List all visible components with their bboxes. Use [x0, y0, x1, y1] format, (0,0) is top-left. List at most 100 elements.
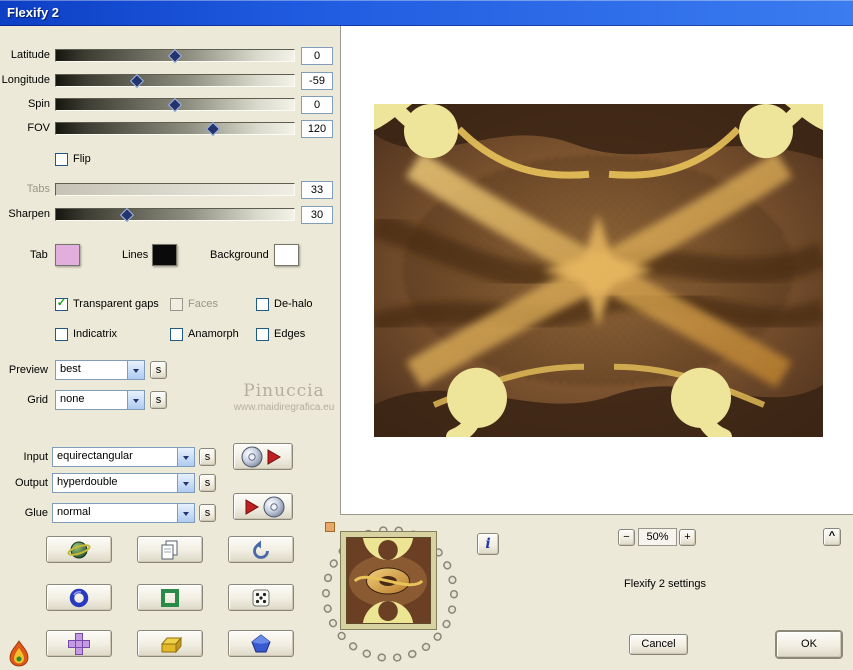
glue-s-button[interactable]: s	[199, 504, 216, 522]
torus-icon	[69, 588, 89, 607]
glue-combo-label: Glue	[24, 507, 48, 519]
cancel-button[interactable]: Cancel	[629, 634, 688, 655]
thumbnail-image[interactable]	[346, 537, 431, 624]
preview-s-button[interactable]: s	[150, 361, 167, 379]
output-select[interactable]: hyperdouble	[52, 473, 195, 493]
disc-play-icon	[241, 446, 281, 467]
grid-combo-label: Grid	[27, 394, 48, 406]
output-s-button[interactable]: s	[199, 474, 216, 492]
flexify-dialog: Flexify 2 Latitude 0 Longitude -59 Spin …	[0, 0, 853, 670]
latitude-value[interactable]: 0	[301, 47, 333, 65]
planet-icon	[67, 541, 91, 558]
tabs-value[interactable]: 33	[301, 181, 333, 199]
tabs-row: Tabs 33	[0, 181, 335, 200]
fov-row: FOV 120	[0, 120, 335, 139]
ring-marker[interactable]	[325, 522, 335, 532]
box-button[interactable]	[137, 630, 203, 657]
title-bar[interactable]: Flexify 2	[0, 0, 853, 26]
chevron-down-icon[interactable]	[177, 504, 194, 522]
lines-color-label: Lines	[122, 249, 149, 261]
flip-label: Flip	[73, 153, 91, 165]
checkbox-edges[interactable]: Edges	[256, 327, 305, 341]
copy-button[interactable]	[137, 536, 203, 563]
sharpen-row: Sharpen 30	[0, 206, 335, 225]
zoom-in-button[interactable]: +	[679, 529, 696, 546]
output-combo-label: Output	[14, 477, 48, 489]
flip-checkbox[interactable]: Flip	[55, 152, 91, 166]
random-button[interactable]	[228, 584, 294, 611]
tab-color-swatch[interactable]	[55, 244, 80, 266]
purple-cross-icon	[68, 632, 90, 655]
check-icon: ✓	[56, 296, 67, 309]
play-disc-icon	[245, 496, 285, 517]
spin-label: Spin	[27, 98, 50, 110]
fov-slider-thumb[interactable]	[206, 121, 221, 137]
spin-value[interactable]: 0	[301, 96, 333, 114]
fov-value[interactable]: 120	[301, 120, 333, 138]
preview-panel	[340, 26, 853, 515]
background-color-swatch[interactable]	[274, 244, 299, 266]
spin-slider-thumb[interactable]	[167, 97, 183, 113]
collapse-button[interactable]: ^	[823, 528, 841, 546]
input-combo-label: Input	[23, 451, 48, 463]
zoom-level: 50%	[638, 528, 677, 546]
latitude-slider-thumb[interactable]	[167, 48, 183, 64]
frame-button[interactable]	[137, 584, 203, 611]
lines-color-swatch[interactable]	[152, 244, 177, 266]
checkbox-de-halo[interactable]: De-halo	[256, 297, 313, 311]
undo-arrow-icon	[253, 540, 269, 559]
longitude-value[interactable]: -59	[301, 72, 333, 90]
grid-s-button[interactable]: s	[150, 391, 167, 409]
planet-button[interactable]	[46, 536, 112, 563]
ring-button[interactable]	[46, 584, 112, 611]
latitude-label: Latitude	[10, 49, 50, 61]
glue-select[interactable]: normal	[52, 503, 195, 523]
sharpen-label: Sharpen	[8, 208, 50, 220]
background-color-label: Background	[210, 249, 269, 261]
copy-pages-icon	[161, 540, 178, 559]
tabs-label: Tabs	[26, 183, 50, 195]
status-text: Flexify 2 settings	[624, 578, 706, 590]
undo-button[interactable]	[228, 536, 294, 563]
gem-button[interactable]	[228, 630, 294, 657]
yellow-box-icon	[160, 636, 183, 653]
checkbox-anamorph[interactable]: Anamorph	[170, 327, 239, 341]
preview-image	[374, 104, 823, 437]
preview-select[interactable]: best	[55, 360, 145, 380]
longitude-slider-thumb[interactable]	[129, 73, 144, 89]
flip-checkbox-box[interactable]	[55, 152, 68, 166]
sharpen-value[interactable]: 30	[301, 206, 333, 224]
input-select[interactable]: equirectangular	[52, 447, 195, 467]
longitude-label: Longitude	[1, 74, 50, 86]
flame-logo-icon	[9, 640, 29, 667]
save-settings-button[interactable]	[233, 493, 293, 520]
grid-select[interactable]: none	[55, 390, 145, 410]
zoom-out-button[interactable]: −	[618, 529, 635, 546]
longitude-slider[interactable]	[55, 73, 295, 89]
chevron-down-icon[interactable]	[127, 391, 144, 409]
info-button[interactable]: i	[477, 533, 499, 555]
dice-icon	[252, 589, 270, 606]
green-square-icon	[161, 588, 179, 607]
load-settings-button[interactable]	[233, 443, 293, 470]
checkbox-faces: Faces	[170, 297, 218, 311]
tabs-slider	[55, 183, 295, 196]
cross-button[interactable]	[46, 630, 112, 657]
sharpen-slider[interactable]	[55, 207, 295, 223]
sharpen-slider-thumb[interactable]	[120, 207, 135, 223]
spin-slider[interactable]	[55, 97, 295, 113]
chevron-down-icon[interactable]	[177, 448, 194, 466]
latitude-row: Latitude 0	[0, 47, 335, 66]
spin-row: Spin 0	[0, 96, 335, 115]
input-s-button[interactable]: s	[199, 448, 216, 466]
chevron-down-icon[interactable]	[177, 474, 194, 492]
fov-slider[interactable]	[55, 121, 295, 137]
tab-color-label: Tab	[30, 249, 48, 261]
thumbnail-frame[interactable]	[340, 531, 437, 630]
ok-button[interactable]: OK	[776, 631, 842, 658]
checkbox-transparent-gaps[interactable]: ✓ Transparent gaps	[55, 297, 159, 311]
chevron-down-icon[interactable]	[127, 361, 144, 379]
latitude-slider[interactable]	[55, 48, 295, 64]
checkbox-indicatrix[interactable]: Indicatrix	[55, 327, 117, 341]
fov-label: FOV	[27, 122, 50, 134]
